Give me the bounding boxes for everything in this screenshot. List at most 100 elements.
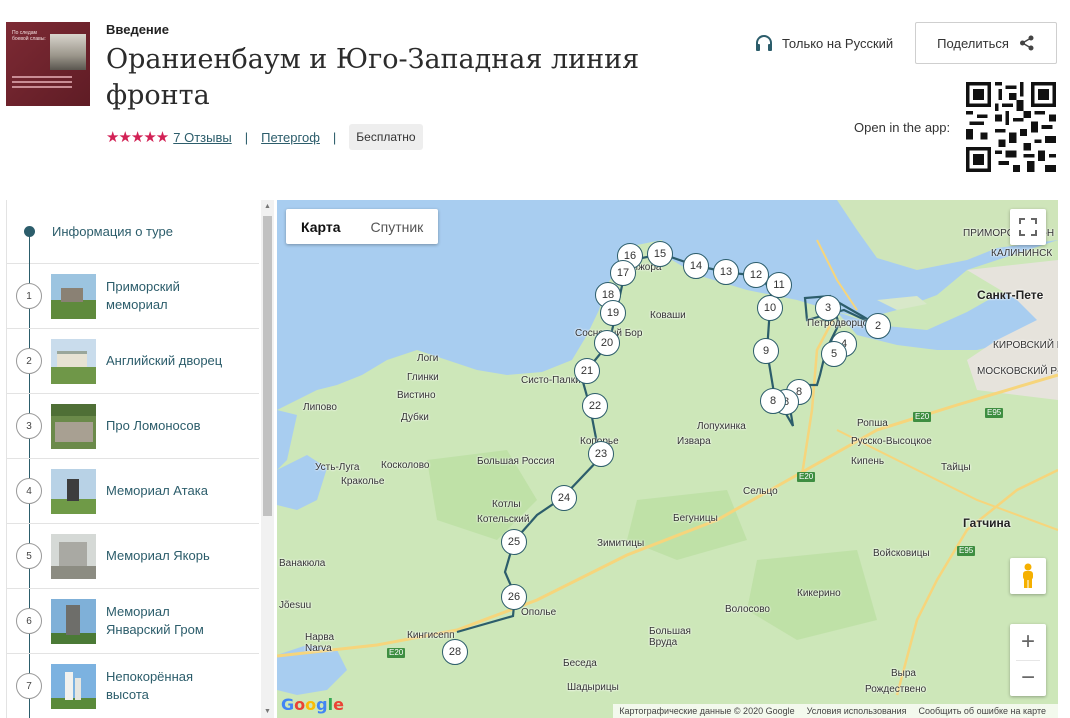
section-eyebrow: Введение (106, 22, 169, 37)
map-label: Глинки (407, 372, 439, 383)
sidebar-scrollbar[interactable]: ▲ ▼ (261, 200, 274, 718)
stop-number: 2 (16, 348, 42, 374)
pegman-icon (1023, 563, 1033, 588)
route-marker[interactable]: 8 (760, 388, 786, 414)
route-marker[interactable]: 21 (574, 358, 600, 384)
map-label: Санкт-Пете (977, 288, 1044, 302)
map-label: Усть-Луга (315, 462, 360, 473)
route-marker[interactable]: 9 (753, 338, 779, 364)
map-label: КИРОВСКИЙ Р-Н (993, 340, 1058, 351)
route-marker[interactable]: 13 (713, 259, 739, 285)
scroll-down-icon[interactable]: ▼ (264, 708, 271, 715)
map-label: Систо-Палки (521, 375, 581, 386)
stop-number: 1 (16, 283, 42, 309)
route-marker[interactable]: 12 (743, 262, 769, 288)
route-marker[interactable]: 22 (582, 393, 608, 419)
stop-item-2[interactable]: 2 Английский дворец (7, 329, 259, 394)
route-marker[interactable]: 25 (501, 529, 527, 555)
zoom-in-button[interactable]: + (1010, 624, 1046, 660)
stop-thumbnail (51, 598, 96, 644)
map-label: Бегуницы (673, 513, 718, 524)
scroll-up-icon[interactable]: ▲ (264, 203, 271, 210)
map-label: Котельский (477, 514, 530, 525)
map-label: Ропша (857, 418, 888, 429)
stop-label: Приморский мемориал (106, 279, 180, 312)
stop-thumbnail (51, 403, 96, 449)
map-label: Большая Россия (477, 456, 555, 467)
map-label: Войсковицы (873, 548, 930, 559)
map-label: Петродворцо (807, 318, 869, 329)
map-type-satellite-button[interactable]: Спутник (356, 209, 439, 244)
terms-link[interactable]: Условия использования (807, 706, 907, 716)
map-label: Jõesuu (279, 600, 312, 611)
map-label: Котлы (492, 499, 521, 510)
map-label: Ванакюла (279, 558, 326, 569)
price-badge: Бесплатно (349, 124, 423, 150)
reviews-link[interactable]: 7 Отзывы (173, 130, 231, 145)
stop-thumbnail (51, 338, 96, 384)
qr-code-icon[interactable] (966, 82, 1056, 172)
stop-item-1[interactable]: 1 Приморский мемориал (7, 264, 259, 329)
map-label: Кингисепп (407, 630, 455, 641)
route-marker[interactable]: 19 (600, 300, 626, 326)
headphones-icon (756, 35, 772, 51)
route-marker[interactable]: 11 (766, 272, 792, 298)
tour-info-item[interactable]: Информация о туре (7, 200, 259, 264)
map-label: МОСКОВСКИЙ Р-Н (977, 366, 1058, 377)
map-label: Зимитицы (597, 538, 645, 549)
stop-number: 7 (16, 673, 42, 699)
map-label: Кипень (851, 456, 885, 467)
stop-item-7[interactable]: 7 Непокорённая высота (7, 654, 259, 718)
cover-photo (50, 34, 86, 70)
route-marker[interactable]: 2 (865, 313, 891, 339)
stop-thumbnail (51, 468, 96, 514)
timeline-dot (24, 226, 35, 237)
route-marker[interactable]: 23 (588, 441, 614, 467)
route-marker[interactable]: 17 (610, 260, 636, 286)
tour-meta: ★★★★★ 7 Отзывы | Петергоф | Бесплатно (106, 124, 423, 150)
map-label: Вистино (397, 390, 436, 401)
map-label: Извара (677, 436, 711, 447)
stop-label: Мемориал Атака (106, 483, 208, 498)
route-marker[interactable]: 15 (647, 241, 673, 267)
map-label: Большая Вруда (649, 626, 691, 648)
stop-thumbnail (51, 533, 96, 579)
map-label: Рождествено (865, 684, 927, 695)
map-type-control: Карта Спутник (286, 209, 439, 244)
location-link[interactable]: Петергоф (261, 130, 320, 145)
map-type-map-button[interactable]: Карта (286, 209, 356, 244)
route-marker[interactable]: 10 (757, 295, 783, 321)
open-in-app-label: Open in the app: (854, 120, 951, 135)
route-marker[interactable]: 3 (815, 295, 841, 321)
stop-item-4[interactable]: 4 Мемориал Атака (7, 459, 259, 524)
route-marker[interactable]: 24 (551, 485, 577, 511)
stop-item-5[interactable]: 5 Мемориал Якорь (7, 524, 259, 589)
page-title: Ораниенбаум и Юго-Западная линия фронта (106, 44, 640, 111)
map-data-credit: Картографические данные © 2020 Google (619, 706, 795, 716)
stop-thumbnail (51, 663, 96, 709)
stop-number: 4 (16, 478, 42, 504)
route-marker[interactable]: 14 (683, 253, 709, 279)
stop-item-6[interactable]: 6 Мемориал Январский Гром (7, 589, 259, 654)
scrollbar-thumb[interactable] (263, 216, 272, 516)
stop-label: Непокорённая высота (106, 669, 194, 702)
report-error-link[interactable]: Сообщить об ошибке на карте (919, 706, 1046, 716)
stop-label: Про Ломоносов (106, 418, 201, 433)
tour-map[interactable]: ПРИМОРСКИЙ Р-Н КАЛИНИНСК Санкт-Пете КИРО… (277, 200, 1058, 718)
stop-item-3[interactable]: 3 Про Ломоносов (7, 394, 259, 459)
map-label: Липово (303, 402, 337, 413)
share-button[interactable]: Поделиться (915, 22, 1057, 64)
map-label: КАЛИНИНСК (991, 248, 1053, 259)
route-marker[interactable]: 26 (501, 584, 527, 610)
map-label: Логи (417, 353, 439, 364)
street-view-button[interactable] (1010, 558, 1046, 594)
route-marker[interactable]: 20 (594, 330, 620, 356)
divider: | (244, 129, 249, 145)
map-label: Выра (891, 668, 916, 679)
fullscreen-button[interactable] (1010, 209, 1046, 245)
tour-info-label: Информация о туре (52, 224, 173, 239)
zoom-out-button[interactable]: − (1010, 660, 1046, 696)
route-marker[interactable]: 5 (821, 341, 847, 367)
route-marker[interactable]: 28 (442, 639, 468, 665)
map-label: Гатчина (963, 516, 1011, 530)
